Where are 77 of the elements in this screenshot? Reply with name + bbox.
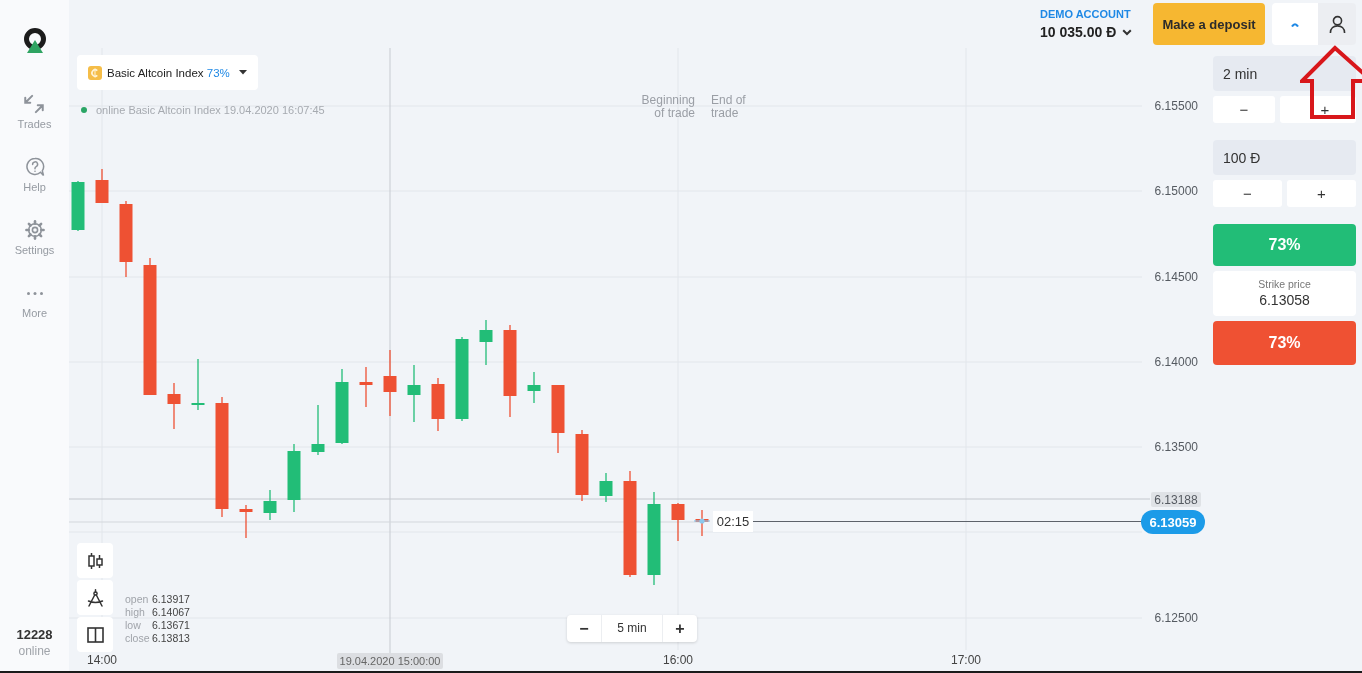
settings-icon: [24, 220, 45, 240]
layout-button[interactable]: [77, 617, 113, 652]
decrease-button[interactable]: −: [1213, 96, 1275, 123]
rising-candle: [311, 404, 325, 456]
ohlc-label: open: [125, 593, 150, 606]
ohlc-value: 6.13813: [152, 632, 190, 645]
price-tick: 6.14000: [1154, 355, 1198, 369]
falling-candle: [359, 366, 373, 408]
current-price-badge: 6.13059: [1141, 510, 1205, 534]
falling-candle: [167, 382, 181, 430]
status-text: online Basic Altcoin Index 19.04.2020 16:07:45: [96, 103, 325, 117]
split-view-icon: [86, 625, 104, 644]
balance-dropdown[interactable]: 10 035.00 Đ: [1040, 24, 1133, 41]
falling-candle: [239, 504, 253, 539]
ohlc-value: 6.13671: [152, 619, 190, 632]
fall-button[interactable]: 73%: [1213, 321, 1356, 365]
falling-candle: [551, 384, 565, 454]
ohlc-value: 6.13917: [152, 593, 190, 606]
chevron-down-icon: [1122, 29, 1133, 36]
rising-candle: [407, 364, 421, 423]
time-tick: 16:00: [663, 653, 693, 667]
increase-button[interactable]: +: [1287, 180, 1356, 207]
deposit-button[interactable]: Make a deposit: [1153, 3, 1265, 45]
ohlc-label: high: [125, 606, 146, 619]
help-icon: [24, 157, 45, 177]
rising-candle: [599, 472, 613, 503]
countdown-label: 02:15: [713, 511, 753, 532]
price-tick: 6.14500: [1154, 270, 1198, 284]
trade-start-label: Beginning of trade: [640, 94, 695, 120]
logo: [22, 28, 47, 53]
strike-price-value: 6.13058: [1259, 291, 1310, 309]
amount-field[interactable]: 100 Đ: [1213, 140, 1356, 175]
ellipsis-icon: [26, 292, 43, 295]
profile-button[interactable]: [1318, 3, 1356, 45]
falling-candle: [671, 502, 685, 542]
decrease-button[interactable]: −: [1213, 180, 1282, 207]
zoom-in-button[interactable]: +: [663, 615, 697, 642]
rising-candle: [287, 443, 301, 513]
drawing-tools-button[interactable]: [77, 580, 113, 615]
trade-end-label: End of trade: [711, 94, 747, 120]
rising-candle: [263, 489, 277, 521]
price-tick: 6.15500: [1154, 99, 1198, 113]
time-tick: 14:00: [87, 653, 117, 667]
falling-candle: [431, 377, 445, 432]
price-tick: 6.15000: [1154, 184, 1198, 198]
arc-icon: [1291, 21, 1299, 27]
crosshair-icon: [693, 518, 711, 524]
chart-type-button[interactable]: [77, 543, 113, 578]
interval-label: 5 min: [601, 615, 663, 642]
duration-field[interactable]: 2 min: [1213, 56, 1356, 91]
ohlc-value: 6.14067: [152, 606, 190, 619]
status-dot-icon: [81, 107, 87, 113]
caret-down-icon: [238, 70, 247, 75]
time-tick: 17:00: [951, 653, 981, 667]
ohlc-label: close: [125, 632, 151, 645]
user-icon: [1328, 14, 1346, 34]
rising-candle: [527, 371, 541, 404]
rising-candle: [479, 319, 493, 366]
asset-selector[interactable]: Basic Altcoin Index 73%: [77, 55, 258, 90]
ohlc-label: low: [125, 619, 142, 632]
arrows-icon: [24, 94, 45, 114]
price-tick: 6.12500: [1154, 611, 1198, 625]
price-tick: 6.13500: [1154, 440, 1198, 454]
online-label: online: [17, 643, 52, 659]
falling-candle: [95, 168, 109, 204]
strike-price-label: Strike price: [1258, 278, 1311, 291]
rising-candle: [191, 358, 205, 411]
account-type: DEMO ACCOUNT: [1040, 8, 1132, 21]
crosshair-time-label: 19.04.2020 15:00:00: [337, 653, 443, 669]
coin-icon: [88, 65, 102, 80]
candlestick-icon: [86, 551, 104, 570]
price-level-label: 6.13188: [1151, 492, 1201, 507]
zoom-out-button[interactable]: −: [567, 615, 601, 642]
falling-candle: [383, 349, 397, 417]
rising-candle: [71, 180, 85, 232]
online-count: 12228: [16, 627, 53, 643]
compass-icon: [86, 588, 104, 607]
